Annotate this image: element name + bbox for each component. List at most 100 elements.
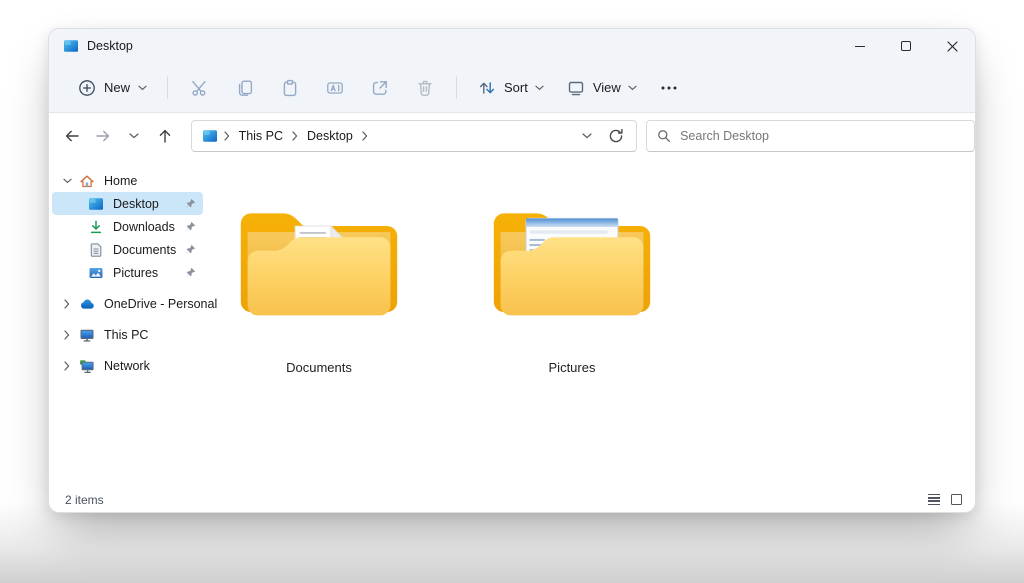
cut-icon <box>190 78 210 98</box>
pin-icon <box>185 267 196 278</box>
sort-button[interactable]: Sort <box>466 70 555 106</box>
folder-documents-icon <box>234 193 404 329</box>
chevron-down-icon <box>138 85 147 91</box>
rename-icon <box>325 78 345 98</box>
delete-icon <box>415 78 435 98</box>
explorer-body: Home Desktop Downloads Documents <box>49 159 975 487</box>
sidebar-item-documents[interactable]: Documents <box>52 238 203 261</box>
window-chrome: Desktop New <box>49 29 975 113</box>
back-icon <box>64 128 80 144</box>
chevron-down-icon[interactable] <box>61 178 73 184</box>
sidebar-item-onedrive[interactable]: OneDrive - Personal <box>52 292 203 315</box>
breadcrumb-chevron-icon[interactable] <box>292 131 298 141</box>
folder-pictures-icon <box>487 193 657 329</box>
sidebar-item-label: Desktop <box>113 197 159 211</box>
sidebar-item-label: Documents <box>113 243 176 257</box>
close-button[interactable] <box>929 29 975 63</box>
search-input[interactable] <box>680 129 964 143</box>
sidebar-item-label: Home <box>104 174 137 188</box>
minimize-button[interactable] <box>837 29 883 63</box>
maximize-icon <box>901 41 911 51</box>
rename-button[interactable] <box>312 70 357 106</box>
pin-icon <box>185 244 196 255</box>
desktop-icon <box>63 38 79 54</box>
see-more-button[interactable] <box>648 70 690 106</box>
downloads-icon <box>88 219 104 235</box>
refresh-icon[interactable] <box>608 128 624 144</box>
address-dropdown-icon[interactable] <box>582 133 592 139</box>
new-button[interactable]: New <box>67 72 158 104</box>
toolbar-divider <box>167 76 168 99</box>
chevron-right-icon[interactable] <box>61 361 73 371</box>
chevron-down-icon <box>129 133 139 139</box>
minimize-icon <box>855 46 865 47</box>
window-title: Desktop <box>87 39 133 53</box>
pin-icon <box>185 198 196 209</box>
new-button-label: New <box>104 80 130 95</box>
navigation-row: This PC Desktop <box>49 113 975 159</box>
breadcrumb-this-pc[interactable]: This PC <box>236 128 286 144</box>
navigation-pane: Home Desktop Downloads Documents <box>49 159 206 487</box>
sidebar-item-downloads[interactable]: Downloads <box>52 215 203 238</box>
details-view-toggle[interactable] <box>928 494 940 506</box>
home-icon <box>79 173 95 189</box>
delete-button[interactable] <box>402 70 447 106</box>
up-icon <box>157 128 173 144</box>
file-name: Pictures <box>549 360 596 375</box>
onedrive-icon <box>79 296 95 312</box>
plus-circle-icon <box>78 79 96 97</box>
recent-locations-button[interactable] <box>119 120 150 152</box>
sidebar-item-label: This PC <box>104 328 148 342</box>
this-pc-icon <box>79 327 95 343</box>
address-bar[interactable]: This PC Desktop <box>191 120 638 152</box>
pin-icon <box>185 221 196 232</box>
sort-button-label: Sort <box>504 80 528 95</box>
file-tile-pictures[interactable]: Pictures <box>487 193 657 375</box>
sidebar-item-label: OneDrive - Personal <box>104 297 217 311</box>
pictures-icon <box>88 265 104 281</box>
files-area[interactable]: Documents Pictures <box>206 159 975 487</box>
sidebar-item-network[interactable]: Network <box>52 354 203 377</box>
view-icon <box>566 78 586 98</box>
search-box[interactable] <box>646 120 975 152</box>
search-icon <box>657 129 671 143</box>
more-icon <box>661 86 677 90</box>
cut-button[interactable] <box>177 70 222 106</box>
file-explorer-window: Desktop New <box>48 28 976 513</box>
chevron-down-icon <box>535 85 544 91</box>
sidebar-item-home[interactable]: Home <box>52 169 203 192</box>
window-controls <box>837 29 975 63</box>
view-button[interactable]: View <box>555 70 648 106</box>
paste-icon <box>280 78 300 98</box>
share-icon <box>370 78 390 98</box>
chevron-right-icon[interactable] <box>61 330 73 340</box>
file-tile-documents[interactable]: Documents <box>234 193 404 375</box>
items-count: 2 items <box>65 493 104 507</box>
back-button[interactable] <box>57 120 88 152</box>
titlebar[interactable]: Desktop <box>49 29 975 63</box>
large-icons-view-toggle[interactable] <box>951 494 962 505</box>
paste-button[interactable] <box>267 70 312 106</box>
sidebar-item-pictures[interactable]: Pictures <box>52 261 203 284</box>
up-button[interactable] <box>150 120 181 152</box>
sidebar-item-this-pc[interactable]: This PC <box>52 323 203 346</box>
desktop-icon <box>88 196 104 212</box>
sidebar-item-label: Pictures <box>113 266 158 280</box>
sort-icon <box>477 78 497 98</box>
sidebar-item-label: Network <box>104 359 150 373</box>
forward-button[interactable] <box>88 120 119 152</box>
copy-button[interactable] <box>222 70 267 106</box>
status-bar: 2 items <box>49 487 975 512</box>
chevron-right-icon[interactable] <box>61 299 73 309</box>
breadcrumb-desktop[interactable]: Desktop <box>304 128 356 144</box>
breadcrumb-chevron-icon <box>224 131 230 141</box>
maximize-button[interactable] <box>883 29 929 63</box>
sidebar-item-label: Downloads <box>113 220 175 234</box>
sidebar-item-desktop[interactable]: Desktop <box>52 192 203 215</box>
close-icon <box>947 41 958 52</box>
file-name: Documents <box>286 360 352 375</box>
toolbar-divider <box>456 76 457 99</box>
forward-icon <box>95 128 111 144</box>
share-button[interactable] <box>357 70 402 106</box>
breadcrumb-chevron-icon[interactable] <box>362 131 368 141</box>
